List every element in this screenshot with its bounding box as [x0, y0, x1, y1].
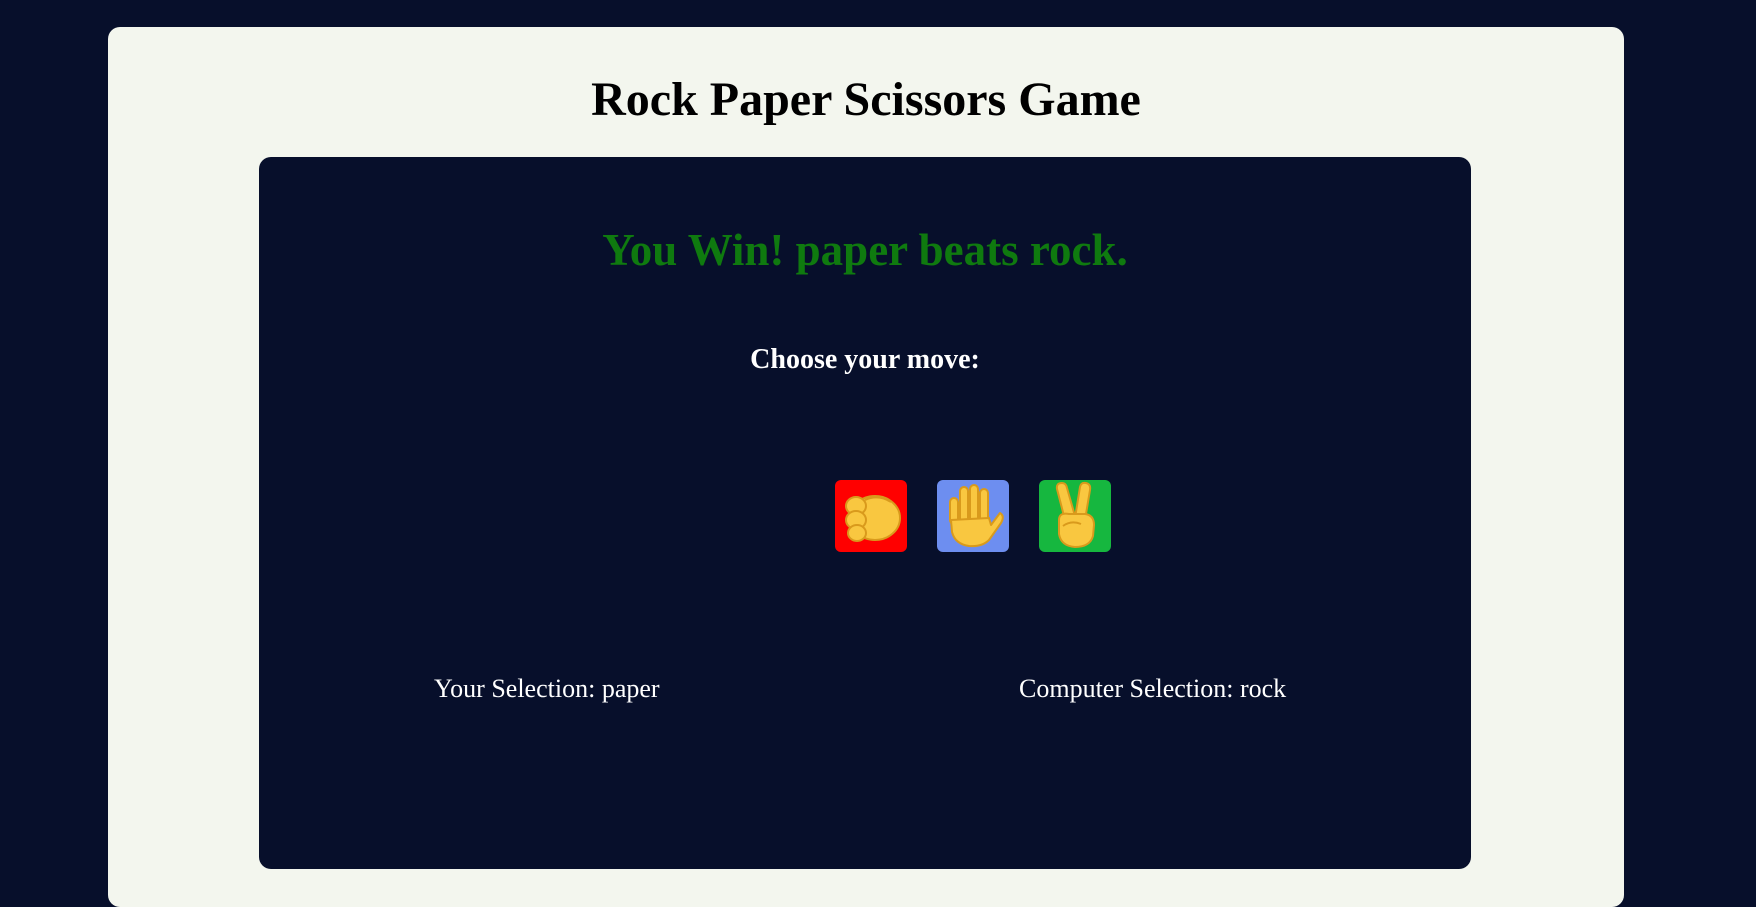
game-panel: You Win! paper beats rock. Choose your m…	[259, 157, 1471, 869]
computer-selection: Computer Selection: rock	[1019, 673, 1286, 704]
scissors-button[interactable]	[1039, 480, 1111, 552]
result-message: You Win! paper beats rock.	[602, 225, 1128, 275]
raised-hand-icon	[949, 484, 1004, 548]
game-card: Rock Paper Scissors Game You Win! paper …	[108, 27, 1624, 907]
user-selection-label: Your Selection:	[434, 674, 602, 703]
computer-selection-label: Computer Selection:	[1019, 674, 1240, 703]
page-title: Rock Paper Scissors Game	[591, 73, 1141, 126]
choose-move-prompt: Choose your move:	[750, 344, 980, 375]
fist-icon	[845, 495, 901, 542]
user-selection-value: paper	[601, 674, 660, 703]
rock-button[interactable]	[835, 480, 907, 552]
paper-button[interactable]	[937, 480, 1009, 552]
move-buttons	[259, 480, 1471, 552]
user-selection: Your Selection: paper	[434, 673, 660, 704]
computer-selection-value: rock	[1239, 674, 1287, 703]
victory-hand-icon	[1055, 481, 1095, 548]
